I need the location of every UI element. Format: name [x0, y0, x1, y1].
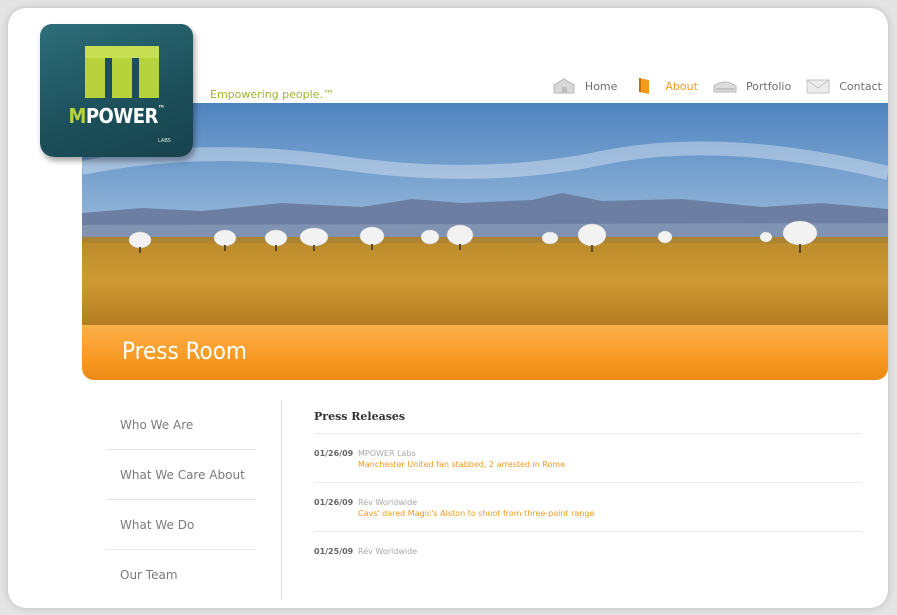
house-icon [553, 78, 575, 94]
sidebar-item-who-we-are[interactable]: Who We Are [106, 400, 256, 450]
logo-sub: LABS [158, 138, 171, 144]
sidebar-item-our-team[interactable]: Our Team [106, 550, 256, 599]
hero-image [82, 103, 888, 325]
page-title: Press Room [122, 337, 247, 365]
press-release-source: Rév Worldwide [358, 498, 418, 507]
book-icon [639, 78, 650, 94]
page-banner: Press Room [82, 325, 888, 380]
press-release-source: Rév Worldwide [358, 547, 418, 556]
press-release-headline-link[interactable]: Manchester United fan stabbed, 2 arreste… [358, 459, 565, 470]
logo-wordmark: MPOWER™ [68, 104, 165, 128]
nav-home[interactable]: Home [551, 77, 617, 95]
sidebar-item-what-we-do[interactable]: What We Do [106, 500, 256, 550]
nav-portfolio[interactable]: Portfolio [712, 77, 791, 95]
press-releases-section: Press Releases 01/26/09 MPOWER Labs Manc… [314, 410, 862, 569]
nav-contact[interactable]: Contact [805, 77, 882, 95]
logo-m-mark [85, 46, 159, 98]
portfolio-icon [713, 81, 737, 93]
press-release-date: 01/25/09 [314, 547, 354, 556]
press-release-item: 01/26/09 MPOWER Labs Manchester United f… [314, 434, 862, 483]
press-release-date: 01/26/09 [314, 449, 354, 458]
nav-contact-label: Contact [839, 79, 882, 93]
logo[interactable]: MPOWER™ LABS [40, 24, 193, 157]
press-release-item: 01/26/09 Rév Worldwide Cavs' dared Magic… [314, 483, 862, 532]
press-release-headline-link[interactable]: Cavs' dared Magic's Alston to shoot from… [358, 508, 594, 519]
press-release-source: MPOWER Labs [358, 449, 416, 458]
nav-portfolio-label: Portfolio [745, 79, 792, 93]
nav-home-label: Home [584, 79, 618, 93]
sidebar-nav: Who We Are What We Care About What We Do… [106, 400, 256, 599]
nav-about[interactable]: About [631, 77, 698, 95]
tagline: Empowering people.™ [210, 88, 334, 101]
envelope-icon [806, 79, 830, 94]
main-nav: Home About Portfolio Contact [551, 74, 888, 98]
press-release-item: 01/25/09 Rév Worldwide [314, 532, 862, 569]
page-card: MPOWER™ LABS Empowering people.™ Home Ab… [8, 8, 888, 608]
nav-about-label: About [665, 79, 698, 93]
radio-telescope-landscape [82, 103, 888, 325]
press-release-date: 01/26/09 [314, 498, 354, 507]
press-releases-heading: Press Releases [314, 410, 862, 434]
content-divider [281, 400, 282, 600]
sidebar-item-what-we-care-about[interactable]: What We Care About [106, 450, 256, 500]
